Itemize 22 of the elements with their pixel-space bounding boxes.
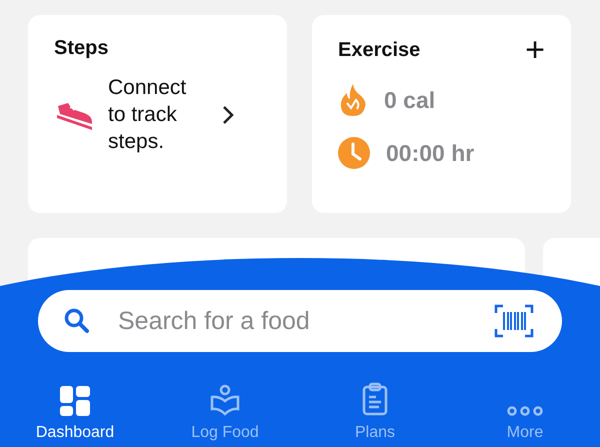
tab-bar-item[interactable]: More [450,382,600,442]
more-icon [507,406,543,416]
stat-value: 0 cal [384,86,436,114]
card-title: Steps [54,37,110,60]
search-bar[interactable]: Search for a food [38,290,562,352]
tab-bar-item[interactable]: Plans [300,382,450,442]
book-icon [210,384,240,416]
chevron-right-icon[interactable] [222,104,234,124]
clipboard-icon [362,382,388,416]
connect-message: Connect to track steps. [108,75,188,155]
flame-icon [338,83,368,117]
barcode-scan-icon[interactable] [494,304,534,338]
card-title: Exercise [338,38,420,62]
search-icon [64,308,90,334]
stat-value: 00:00 hr [386,140,474,166]
steps-card[interactable]: Steps Connect to track steps. [28,15,287,213]
tab-bar-item[interactable]: Dashboard [0,382,150,442]
dashboard-icon [60,386,90,416]
search-field[interactable]: Search for a food [116,306,468,336]
add-button[interactable]: + [525,37,545,63]
tab-bar-item[interactable]: Log Food [150,382,300,442]
clock-icon [338,137,370,169]
